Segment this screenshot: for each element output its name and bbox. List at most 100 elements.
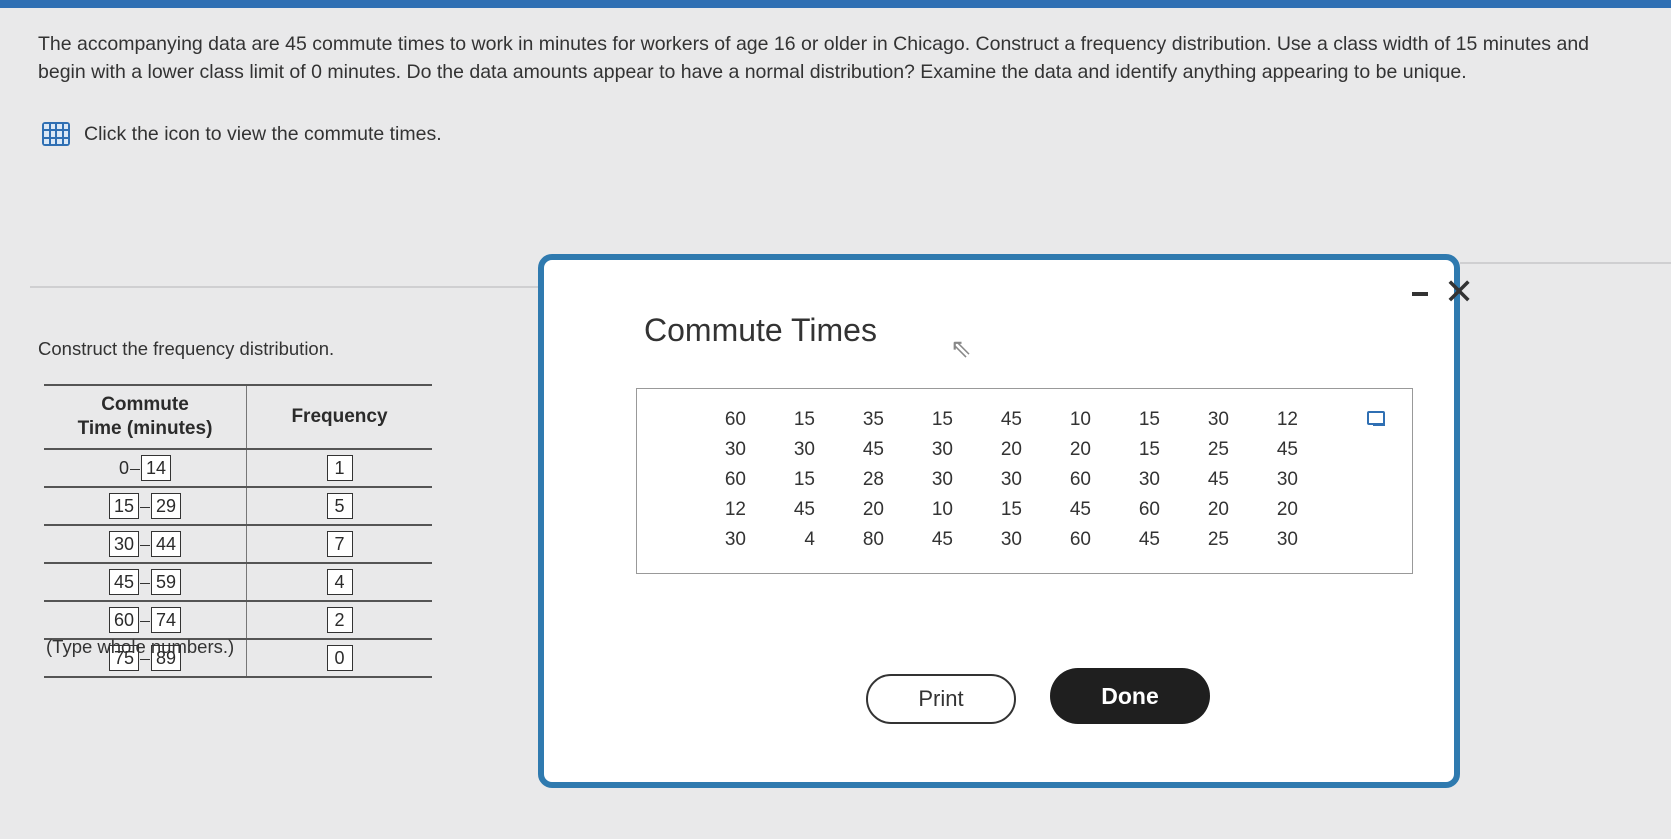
- table-row: 15 29 5: [44, 487, 432, 526]
- column-header-commute-time: Commute Time (minutes): [44, 384, 247, 450]
- frequency-cell: 4: [246, 563, 432, 602]
- table-row: 45 59 4: [44, 563, 432, 602]
- data-value: 28: [862, 469, 884, 490]
- data-value: 60: [724, 469, 746, 490]
- data-table-icon[interactable]: [42, 122, 70, 146]
- divider: [30, 286, 540, 288]
- problem-statement: The accompanying data are 45 commute tim…: [38, 33, 1590, 83]
- frequency-cell: 1: [246, 449, 432, 488]
- data-value: 30: [793, 439, 815, 460]
- data-value: 15: [1000, 499, 1022, 520]
- commute-times-dialog: Commute Times ⇖ ✕ 60 15 35 15 45 10 15 30 12 30 30…: [538, 254, 1474, 788]
- upper-limit-input[interactable]: 14: [140, 455, 172, 481]
- class-limits-cell: 60 74: [44, 601, 247, 640]
- divider: [1460, 262, 1671, 264]
- frequency-cell: 0: [246, 639, 432, 678]
- data-value: 30: [724, 529, 746, 550]
- lower-limit-label: 0: [118, 458, 129, 478]
- class-limits-cell: 45 59: [44, 563, 247, 602]
- data-value: 4: [804, 529, 815, 550]
- minimize-button[interactable]: [1412, 292, 1428, 296]
- upper-limit-input[interactable]: 44: [151, 531, 182, 557]
- class-limits-cell: 30 44: [44, 525, 247, 564]
- column-header-frequency: Frequency: [246, 384, 432, 450]
- upper-limit-input[interactable]: 59: [151, 569, 182, 595]
- done-button[interactable]: Done: [1050, 668, 1210, 724]
- data-value: 45: [1138, 529, 1160, 550]
- data-value: 25: [1207, 529, 1229, 550]
- frequency-panel: Construct the frequency distribution. Co…: [38, 338, 432, 678]
- data-value: 20: [1207, 499, 1229, 520]
- data-value: 10: [931, 499, 953, 520]
- frequency-table: Commute Time (minutes) Frequency 0 14 1 15 2…: [44, 384, 432, 678]
- print-button[interactable]: Print: [866, 674, 1016, 724]
- lower-limit-input[interactable]: 15: [108, 493, 139, 519]
- data-value: 45: [931, 529, 953, 550]
- frequency-cell: 5: [246, 487, 432, 526]
- data-value: 30: [1138, 469, 1160, 490]
- frequency-cell: 2: [246, 601, 432, 640]
- range-dash: [140, 544, 150, 546]
- data-value: 45: [1207, 469, 1229, 490]
- data-value: 45: [1069, 499, 1091, 520]
- lower-limit-input[interactable]: 30: [108, 531, 139, 557]
- frequency-cell: 7: [246, 525, 432, 564]
- table-row: 30 44 7: [44, 525, 432, 564]
- data-value: 30: [1000, 469, 1022, 490]
- upper-limit-input[interactable]: 74: [151, 607, 182, 633]
- data-value: 30: [931, 469, 953, 490]
- data-value: 60: [724, 409, 746, 430]
- data-value: 25: [1207, 439, 1229, 460]
- lower-limit-input[interactable]: 45: [108, 569, 139, 595]
- view-data-link[interactable]: Click the icon to view the commute times…: [42, 122, 442, 146]
- view-data-text: Click the icon to view the commute times…: [84, 122, 442, 145]
- frequency-input[interactable]: 4: [326, 569, 353, 595]
- data-value: 15: [1138, 409, 1160, 430]
- data-value: 35: [862, 409, 884, 430]
- data-value: 20: [1069, 439, 1091, 460]
- range-dash: [140, 658, 150, 660]
- data-value: 30: [1276, 469, 1298, 490]
- data-value: 12: [724, 499, 746, 520]
- upper-limit-input[interactable]: 29: [151, 493, 182, 519]
- data-value: 10: [1069, 409, 1091, 430]
- copy-icon[interactable]: [1367, 411, 1385, 426]
- dialog-title: Commute Times: [644, 312, 877, 348]
- data-value: 30: [1000, 529, 1022, 550]
- data-value: 45: [1000, 409, 1022, 430]
- data-value: 20: [1000, 439, 1022, 460]
- lower-limit-input[interactable]: 60: [108, 607, 139, 633]
- frequency-input[interactable]: 0: [326, 645, 353, 671]
- data-value: 45: [793, 499, 815, 520]
- data-value: 60: [1069, 529, 1091, 550]
- data-value: 15: [931, 409, 953, 430]
- data-value: 30: [724, 439, 746, 460]
- data-value: 15: [1138, 439, 1160, 460]
- data-table: 60 15 35 15 45 10 15 30 12 30 30 45 30 20 20 15 25 45 60 15…: [636, 388, 1413, 574]
- frequency-input[interactable]: 7: [326, 531, 353, 557]
- data-value: 45: [1276, 439, 1298, 460]
- class-limits-cell: 0 14: [44, 449, 247, 488]
- data-value: 15: [793, 409, 815, 430]
- table-row: 0 14 1: [44, 449, 432, 488]
- data-value: 60: [1069, 469, 1091, 490]
- range-dash: [140, 582, 150, 584]
- data-value: 30: [1207, 409, 1229, 430]
- data-value: 80: [862, 529, 884, 550]
- range-dash: [140, 506, 150, 508]
- frequency-input[interactable]: 5: [326, 493, 353, 519]
- data-value: 30: [1276, 529, 1298, 550]
- data-value: 30: [931, 439, 953, 460]
- class-limits-cell: 15 29: [44, 487, 247, 526]
- frequency-input[interactable]: 2: [326, 607, 353, 633]
- table-row: 60 74 2: [44, 601, 432, 640]
- close-button[interactable]: ✕: [1444, 274, 1474, 310]
- mouse-cursor-icon: ⇖: [950, 333, 972, 363]
- instruction-label: Construct the frequency distribution.: [38, 338, 335, 359]
- data-value: 60: [1138, 499, 1160, 520]
- range-dash: [140, 620, 150, 622]
- frequency-input[interactable]: 1: [326, 455, 353, 481]
- input-hint: (Type whole numbers.): [46, 636, 235, 657]
- top-accent-bar: [0, 0, 1671, 8]
- data-value: 20: [1276, 499, 1298, 520]
